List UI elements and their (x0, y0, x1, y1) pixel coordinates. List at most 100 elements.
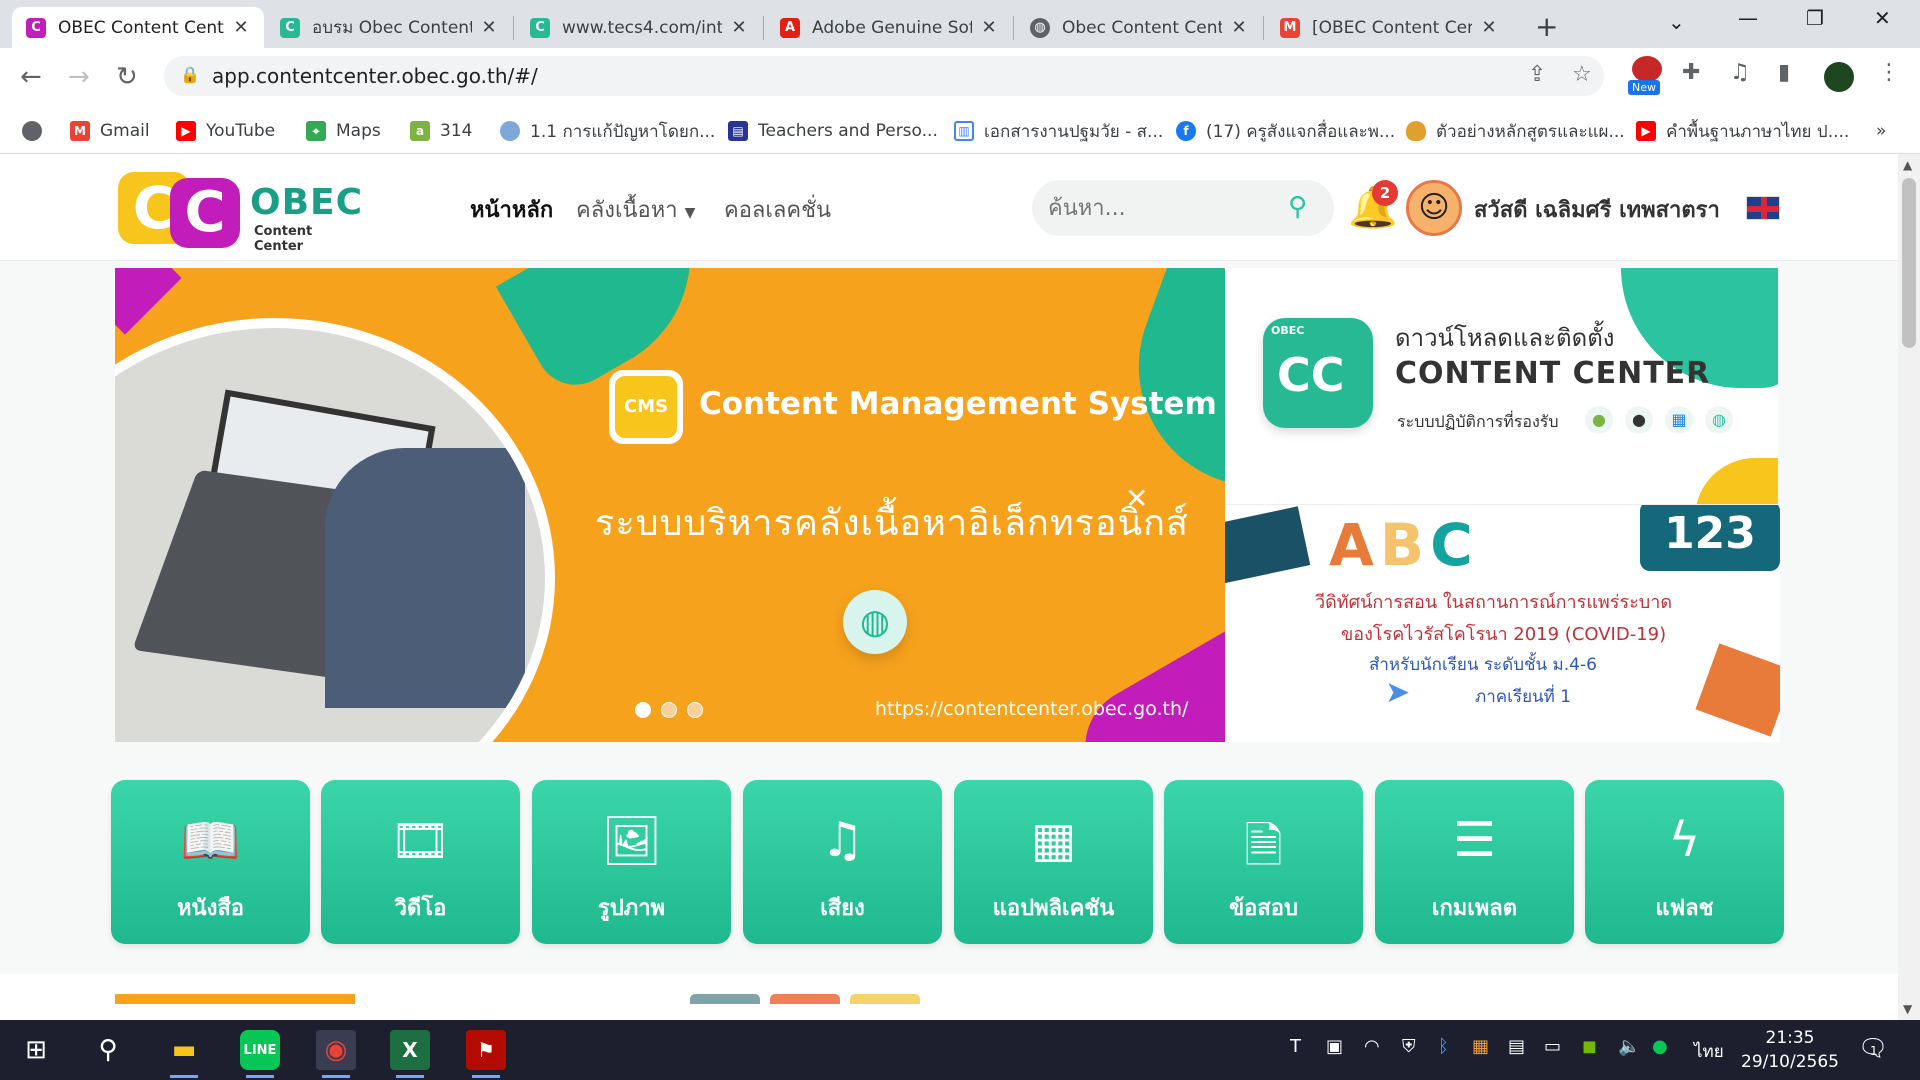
bookmark-maps[interactable]: ⌖ Maps (306, 116, 381, 146)
user-greeting[interactable]: สวัสดี เฉลิมศรี เทพสาตรา (1474, 192, 1720, 227)
tab-tecs4[interactable]: C www.tecs4.com/intro ✕ (516, 7, 762, 48)
line-app-icon[interactable]: LINE (240, 1030, 280, 1078)
video-lessons-promo[interactable]: ABC 123 วีดิทัศน์การสอน ในสถานการณ์การแพ… (1225, 504, 1780, 742)
lock-icon[interactable]: 🔒 (180, 65, 200, 84)
reload-button[interactable]: ↻ (116, 62, 138, 92)
notification-center-icon[interactable]: 🗨 1 (1858, 1034, 1888, 1062)
category-label: รูปภาพ (597, 896, 666, 921)
url-text[interactable]: app.contentcenter.obec.go.th/#/ (212, 64, 538, 88)
bookmark-problem-solving[interactable]: 1.1 การแก้ปัญหาโดยก... (500, 116, 715, 146)
tab-obec-globe[interactable]: ◍ Obec Content Center ✕ (1016, 7, 1262, 48)
extension-avatar-icon[interactable] (1632, 56, 1662, 82)
minimize-button[interactable]: — (1738, 6, 1758, 30)
more-bookmarks-chevron-icon[interactable]: » (1876, 116, 1886, 146)
close-icon[interactable]: ✕ (1480, 17, 1498, 38)
category-exams[interactable]: 🗎 ข้อสอบ (1164, 780, 1363, 944)
category-images[interactable]: 🖼 รูปภาพ (532, 780, 731, 944)
bookmark-label: 1.1 การแก้ปัญหาโดยก... (530, 121, 716, 142)
tab-gmail[interactable]: M [OBEC Content Center] ✕ (1266, 7, 1512, 48)
search-input[interactable] (1048, 192, 1278, 224)
close-icon[interactable]: ✕ (480, 17, 498, 38)
download-promo[interactable]: OBEC CC ดาวน์โหลดและติดตั้ง CONTENT CENT… (1225, 268, 1778, 504)
system-clock[interactable]: 21:35 29/10/2565 (1740, 1026, 1840, 1074)
bookmark-teachers[interactable]: ▤ Teachers and Perso... (728, 116, 938, 146)
category-books[interactable]: 📖 หนังสือ (111, 780, 310, 944)
category-templates[interactable]: ☰ เกมเพลต (1375, 780, 1574, 944)
carousel-dot[interactable] (661, 702, 677, 718)
bookmark-documents[interactable]: ▥ เอกสารงานปฐมวัย - ส... (954, 116, 1163, 146)
tab-search-chevron-icon[interactable]: ⌄ (1668, 10, 1685, 34)
menu-dots-icon[interactable]: ⋮ (1878, 60, 1900, 85)
wifi-icon[interactable]: ◠ (1364, 1036, 1380, 1057)
bookmark-314[interactable]: a 314 (410, 116, 472, 146)
category-apps[interactable]: ▦ แอปพลิเคชัน (954, 780, 1153, 944)
file-explorer-icon[interactable]: ▬ (164, 1030, 204, 1078)
bookmark-gmail[interactable]: M Gmail (70, 116, 150, 146)
scrollbar-thumb[interactable] (1902, 178, 1916, 348)
category-flash[interactable]: ϟ แฟลช (1585, 780, 1784, 944)
windows-start-icon[interactable]: ⊞ (16, 1030, 56, 1070)
nav-library[interactable]: คลังเนื้อหา ▼ (576, 192, 695, 227)
bluetooth-icon[interactable]: ᛒ (1438, 1036, 1449, 1057)
teams-icon[interactable]: T (1290, 1036, 1301, 1057)
share-icon[interactable]: ⇪ (1528, 62, 1546, 87)
forward-button[interactable]: → (68, 62, 90, 92)
profile-avatar[interactable] (1824, 62, 1854, 92)
back-button[interactable]: ← (20, 62, 42, 92)
search-icon[interactable]: ⚲ (88, 1030, 128, 1070)
nav-home[interactable]: หน้าหลัก (470, 192, 553, 227)
carousel-dot[interactable] (687, 702, 703, 718)
site-search: ⚲ (1032, 180, 1334, 236)
restore-button[interactable]: ❐ (1806, 6, 1824, 30)
bookmark-thai-words[interactable]: ▶ คำพื้นฐานภาษาไทย ป.... (1636, 116, 1849, 146)
excel-icon[interactable]: X (390, 1030, 430, 1078)
close-icon[interactable]: ✕ (980, 17, 998, 38)
nvidia-icon[interactable]: ◼ (1582, 1036, 1597, 1057)
tab-strip: C OBEC Content Center ✕ C อบรม Obec Cont… (0, 0, 1920, 48)
battery-icon[interactable]: ▭ (1544, 1036, 1561, 1057)
input-language[interactable]: ไทย (1694, 1038, 1724, 1065)
nav-collection[interactable]: คอลเลคชั่น (724, 192, 831, 227)
bookmark-star-icon[interactable]: ☆ (1572, 62, 1592, 87)
bookmark-youtube[interactable]: ▶ YouTube (176, 116, 275, 146)
new-tab-button[interactable]: + (1535, 10, 1558, 43)
video-line4: ภาคเรียนที่ 1 (1475, 687, 1572, 707)
close-window-button[interactable]: ✕ (1874, 6, 1891, 30)
category-audio[interactable]: ♫ เสียง (743, 780, 942, 944)
banner-carousel[interactable]: CMS Content Management System ระบบบริหาร… (115, 268, 1225, 742)
bookmark-facebook[interactable]: f (17) ครูสังแจกสื่อและพ... (1176, 116, 1395, 146)
uk-flag-icon[interactable] (1746, 196, 1780, 220)
office-icon[interactable]: ▦ (1472, 1036, 1489, 1057)
close-icon[interactable]: ✕ (730, 17, 748, 38)
tab-adobe[interactable]: A Adobe Genuine Software ✕ (766, 7, 1012, 48)
media-control-icon[interactable]: ♫ (1730, 60, 1750, 85)
video-line2: ของโรคไวรัสโคโรนา 2019 (COVID-19) (1341, 624, 1667, 645)
tab-obec-content-center[interactable]: C OBEC Content Center ✕ (12, 7, 264, 48)
close-icon[interactable]: ✕ (1230, 17, 1248, 38)
category-video[interactable]: 🎞 วิดีโอ (321, 780, 520, 944)
globe-icon[interactable]: ◍ (843, 590, 907, 654)
volume-icon[interactable]: 🔈 (1618, 1036, 1640, 1057)
search-icon[interactable]: ⚲ (1288, 192, 1307, 222)
avatar[interactable]: ☺ (1406, 180, 1462, 236)
security-shield-icon[interactable]: ⛨ (1402, 1036, 1416, 1057)
obec-logo[interactable]: C C OBEC Content Center (118, 168, 362, 254)
scroll-down-arrow-icon[interactable]: ▼ (1903, 1002, 1912, 1016)
page-scrollbar[interactable]: ▲ ▼ (1898, 154, 1920, 1020)
close-icon[interactable]: ✕ (232, 17, 250, 38)
extensions-puzzle-icon[interactable]: ✚ (1682, 60, 1700, 85)
address-bar[interactable]: 🔒 app.contentcenter.obec.go.th/#/ ⇪ ☆ (164, 56, 1604, 96)
tab-training[interactable]: C อบรม Obec Content Center ✕ (266, 7, 512, 48)
bookmark-apps[interactable] (22, 116, 52, 146)
line-tray-icon[interactable]: ● (1652, 1036, 1668, 1057)
chrome-icon[interactable]: ◉ (316, 1030, 356, 1078)
keyboard-icon[interactable]: ▤ (1508, 1036, 1525, 1057)
category-label: หนังสือ (177, 896, 244, 921)
tray-app-icon[interactable]: ▣ (1326, 1036, 1343, 1057)
acrobat-icon[interactable]: ⚑ (466, 1030, 506, 1078)
side-panel-icon[interactable]: ▮ (1778, 60, 1790, 85)
carousel-dot[interactable] (635, 702, 651, 718)
scroll-up-arrow-icon[interactable]: ▲ (1903, 158, 1912, 172)
bookmarks-bar: M Gmail ▶ YouTube ⌖ Maps a 314 1.1 การแก… (0, 108, 1920, 154)
bookmark-curriculum[interactable]: ตัวอย่างหลักสูตรและแผ... (1406, 116, 1625, 146)
